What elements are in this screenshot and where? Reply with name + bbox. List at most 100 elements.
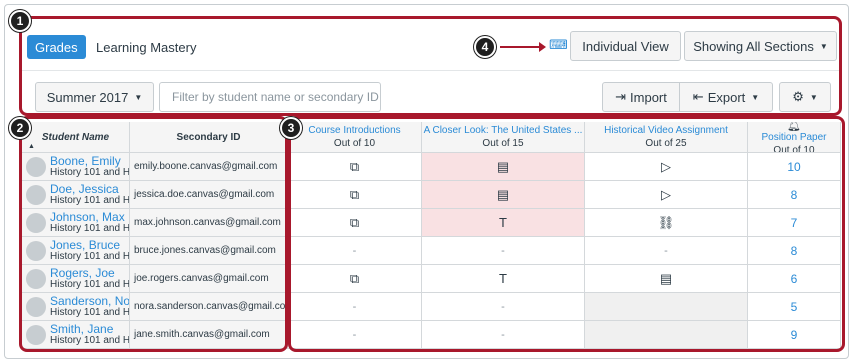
student-cell[interactable]: Sanderson, Nor History 101 and H <box>22 293 130 321</box>
avatar <box>26 184 46 205</box>
export-button[interactable]: ⇤ Export ▼ <box>679 82 773 112</box>
student-cell[interactable]: Jones, Bruce History 101 and H <box>22 237 130 265</box>
term-label: Summer 2017 <box>46 89 129 105</box>
gear-icon: ⚙ <box>792 89 804 104</box>
student-filter-input[interactable]: Filter by student name or secondary ID <box>159 82 381 112</box>
grade-cell[interactable]: 9 <box>748 321 841 349</box>
grade-cell[interactable]: ⧉ <box>288 153 422 181</box>
grade-cell[interactable]: 6 <box>748 265 841 293</box>
student-name-link[interactable]: Johnson, Max <box>50 211 129 223</box>
grade-cell[interactable]: ⧉ <box>288 209 422 237</box>
assignment-title[interactable]: Historical Video Assignment <box>604 125 728 136</box>
secondary-id-value: emily.boone.canvas@gmail.com <box>134 161 278 172</box>
grade-cell[interactable]: 7 <box>748 209 841 237</box>
student-name-link[interactable]: Jones, Bruce <box>50 239 129 251</box>
grade-cell[interactable]: - <box>288 237 422 265</box>
document-icon: ▤ <box>659 270 673 286</box>
score-value: 6 <box>790 271 798 286</box>
empty-grade: - <box>501 300 505 313</box>
grade-cell[interactable]: T <box>422 209 585 237</box>
student-cell[interactable]: Doe, Jessica History 101 and H <box>22 181 130 209</box>
assignment-header[interactable]: A Closer Look: The United States ... Out … <box>422 122 585 153</box>
grade-cell[interactable]: ⛓ <box>585 209 748 237</box>
discussion-icon: ⧉ <box>349 270 360 286</box>
secondary-id-value: jessica.doe.canvas@gmail.com <box>134 189 275 200</box>
score-value: 8 <box>790 187 798 202</box>
video-icon: ▷ <box>661 186 671 202</box>
student-name-header[interactable]: Student Name ▲ <box>22 122 130 153</box>
assignment-points: Out of 15 <box>482 138 524 149</box>
secondary-id-cell: joe.rogers.canvas@gmail.com <box>130 265 288 293</box>
secondary-id-header[interactable]: Secondary ID <box>130 122 288 153</box>
settings-menu-button[interactable]: ⚙ ▼ <box>779 82 831 112</box>
avatar <box>26 212 46 233</box>
student-name-block: Johnson, Max History 101 and H <box>50 211 129 235</box>
student-name-link[interactable]: Smith, Jane <box>50 323 129 335</box>
grade-cell[interactable]: ▷ <box>585 153 748 181</box>
grade-cell[interactable] <box>585 293 748 321</box>
grade-cell[interactable]: 8 <box>748 237 841 265</box>
student-name-block: Sanderson, Nor History 101 and H <box>50 295 129 319</box>
text-icon: T <box>499 215 507 230</box>
secondary-id-cell: max.johnson.canvas@gmail.com <box>130 209 288 237</box>
student-name-link[interactable]: Sanderson, Nor <box>50 295 129 307</box>
sections-dropdown[interactable]: Showing All Sections ▼ <box>684 31 837 61</box>
grade-cell[interactable]: - <box>422 293 585 321</box>
assignment-header[interactable]: 🔔︎ Position Paper Out of 10 <box>748 122 841 153</box>
score-value: 9 <box>790 327 798 342</box>
grade-cell[interactable]: - <box>422 237 585 265</box>
grade-cell[interactable]: - <box>585 237 748 265</box>
grade-cell[interactable]: ▤ <box>585 265 748 293</box>
assignment-title[interactable]: A Closer Look: The United States ... <box>424 125 583 136</box>
score-value: 5 <box>790 299 798 314</box>
assignment-header[interactable]: Historical Video Assignment Out of 25 <box>585 122 748 153</box>
grade-cell[interactable] <box>585 321 748 349</box>
student-cell[interactable]: Johnson, Max History 101 and H <box>22 209 130 237</box>
keyboard-shortcuts-icon[interactable]: ⌨ <box>549 38 568 52</box>
grade-cell[interactable]: ⧉ <box>288 265 422 293</box>
import-icon: ⇥ <box>615 89 627 104</box>
student-name-block: Rogers, Joe History 101 and H <box>50 267 130 291</box>
student-name-block: Doe, Jessica History 101 and H <box>50 183 129 207</box>
grade-cell[interactable]: - <box>422 321 585 349</box>
student-name-link[interactable]: Rogers, Joe <box>50 267 129 279</box>
student-name-block: Jones, Bruce History 101 and H <box>50 239 129 263</box>
grade-cell[interactable]: ⧉ <box>288 181 422 209</box>
callout-badge-2: 2 <box>9 117 31 139</box>
assignment-header[interactable]: Course Introductions Out of 10 <box>288 122 422 153</box>
grade-cell[interactable]: 5 <box>748 293 841 321</box>
student-section: History 101 and H <box>50 278 130 290</box>
assignment-points: Out of 25 <box>645 138 687 149</box>
secondary-id-cell: jessica.doe.canvas@gmail.com <box>130 181 288 209</box>
discussion-icon: ⧉ <box>349 186 360 202</box>
grade-cell[interactable]: - <box>288 293 422 321</box>
avatar <box>26 240 46 261</box>
term-dropdown[interactable]: Summer 2017 ▼ <box>35 82 154 112</box>
assignment-title[interactable]: Position Paper <box>761 132 826 143</box>
empty-grade: - <box>501 244 505 257</box>
tab-learning-mastery[interactable]: Learning Mastery <box>96 35 196 59</box>
callout-arrow <box>500 42 546 52</box>
grade-cell[interactable]: T <box>422 265 585 293</box>
secondary-id-value: jane.smith.canvas@gmail.com <box>134 329 270 340</box>
grade-cell[interactable]: ▷ <box>585 181 748 209</box>
score-value: 10 <box>787 159 801 174</box>
grade-cell[interactable]: - <box>288 321 422 349</box>
individual-view-button[interactable]: Individual View <box>570 31 681 61</box>
student-cell[interactable]: Boone, Emily History 101 and H <box>22 153 130 181</box>
caret-down-icon: ▼ <box>809 92 818 102</box>
sort-ascending-icon: ▲ <box>28 143 35 150</box>
grade-cell[interactable]: 8 <box>748 181 841 209</box>
assignment-title[interactable]: Course Introductions <box>308 125 400 136</box>
grade-cell[interactable]: ▤ <box>422 153 585 181</box>
import-button[interactable]: ⇥ Import <box>602 82 680 112</box>
callout-badge-4: 4 <box>474 36 496 58</box>
callout-badge-1: 1 <box>9 10 31 32</box>
student-name-link[interactable]: Boone, Emily <box>50 155 129 167</box>
tab-grades[interactable]: Grades <box>27 35 86 59</box>
student-cell[interactable]: Smith, Jane History 101 and H <box>22 321 130 349</box>
grade-cell[interactable]: ▤ <box>422 181 585 209</box>
grade-cell[interactable]: 10 <box>748 153 841 181</box>
student-cell[interactable]: Rogers, Joe History 101 and H <box>22 265 130 293</box>
student-name-link[interactable]: Doe, Jessica <box>50 183 129 195</box>
